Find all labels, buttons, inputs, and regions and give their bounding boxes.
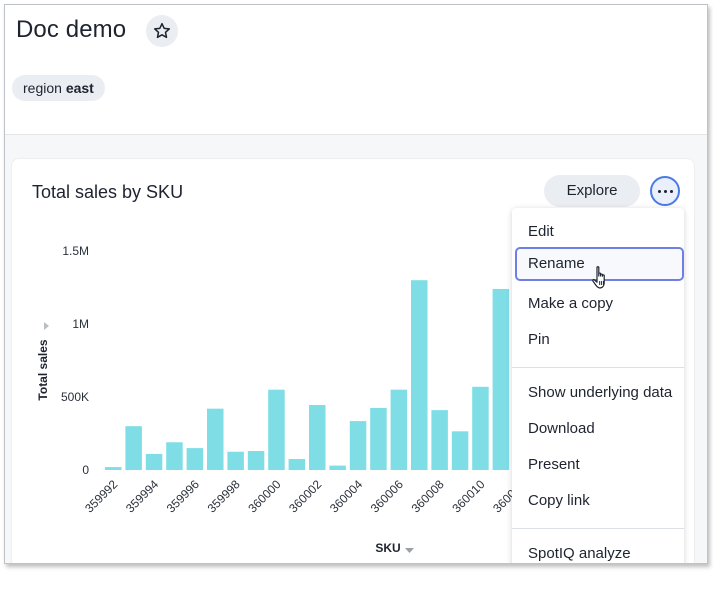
x-axis: 359992 359994 359996 359998 360000 360002 3600… — [82, 477, 528, 515]
bar[interactable] — [145, 453, 163, 470]
bar[interactable] — [268, 389, 285, 470]
bar[interactable] — [288, 459, 306, 470]
bar[interactable] — [431, 410, 448, 470]
menu-item-show-underlying-data[interactable]: Show underlying data — [512, 376, 684, 410]
x-tick-label: 359998 — [205, 477, 243, 515]
y-axis-expand-icon[interactable] — [44, 322, 49, 330]
app-frame: Doc demo region east Total sales by SKU … — [4, 4, 708, 564]
bar[interactable] — [329, 465, 346, 470]
bar[interactable] — [105, 467, 122, 470]
bar[interactable] — [390, 389, 408, 470]
menu-item-make-copy[interactable]: Make a copy — [512, 287, 684, 321]
bar[interactable] — [227, 451, 244, 470]
y-tick-label: 1M — [72, 317, 89, 331]
menu-divider — [512, 528, 684, 529]
x-tick-label: 359992 — [82, 477, 120, 515]
x-tick-label: 360010 — [449, 477, 487, 515]
x-tick-label: 359996 — [164, 477, 202, 515]
bar[interactable] — [247, 451, 265, 470]
bar[interactable] — [370, 407, 387, 470]
menu-item-present[interactable]: Present — [512, 448, 684, 482]
y-tick-label: 0 — [82, 463, 89, 477]
sort-down-icon[interactable] — [405, 548, 414, 553]
bar[interactable] — [186, 448, 204, 470]
hand-cursor-icon — [592, 266, 605, 289]
y-tick-label: 1.5M — [62, 244, 89, 258]
x-tick-label: 360008 — [409, 477, 447, 515]
x-tick-label: 360006 — [368, 477, 406, 515]
x-axis-title: SKU — [375, 541, 400, 555]
bar[interactable] — [349, 421, 367, 470]
y-tick-label: 500K — [61, 390, 89, 404]
y-axis-title: Total sales — [36, 339, 50, 400]
bar[interactable] — [309, 405, 326, 470]
bar[interactable] — [125, 426, 142, 470]
bar[interactable] — [472, 386, 489, 470]
bar[interactable] — [451, 431, 469, 470]
menu-item-spotiq-analyze[interactable]: SpotIQ analyze — [512, 537, 684, 563]
x-tick-label: 359994 — [123, 477, 161, 515]
bar[interactable] — [207, 408, 224, 470]
menu-item-copy-link[interactable]: Copy link — [512, 484, 684, 518]
menu-item-edit[interactable]: Edit — [512, 215, 684, 249]
menu-divider — [512, 367, 684, 368]
x-tick-label: 360000 — [245, 477, 283, 515]
x-tick-label: 360004 — [327, 477, 365, 515]
bar[interactable] — [411, 280, 428, 470]
bar[interactable] — [492, 288, 510, 470]
y-axis: 0 500K 1M 1.5M — [61, 244, 89, 477]
menu-item-download[interactable]: Download — [512, 412, 684, 446]
more-options-menu: Edit Rename Make a copy Pin Show underly… — [512, 208, 684, 563]
bar[interactable] — [166, 442, 183, 470]
x-tick-label: 360002 — [286, 477, 324, 515]
menu-item-pin[interactable]: Pin — [512, 323, 684, 357]
bar-series — [105, 280, 510, 470]
